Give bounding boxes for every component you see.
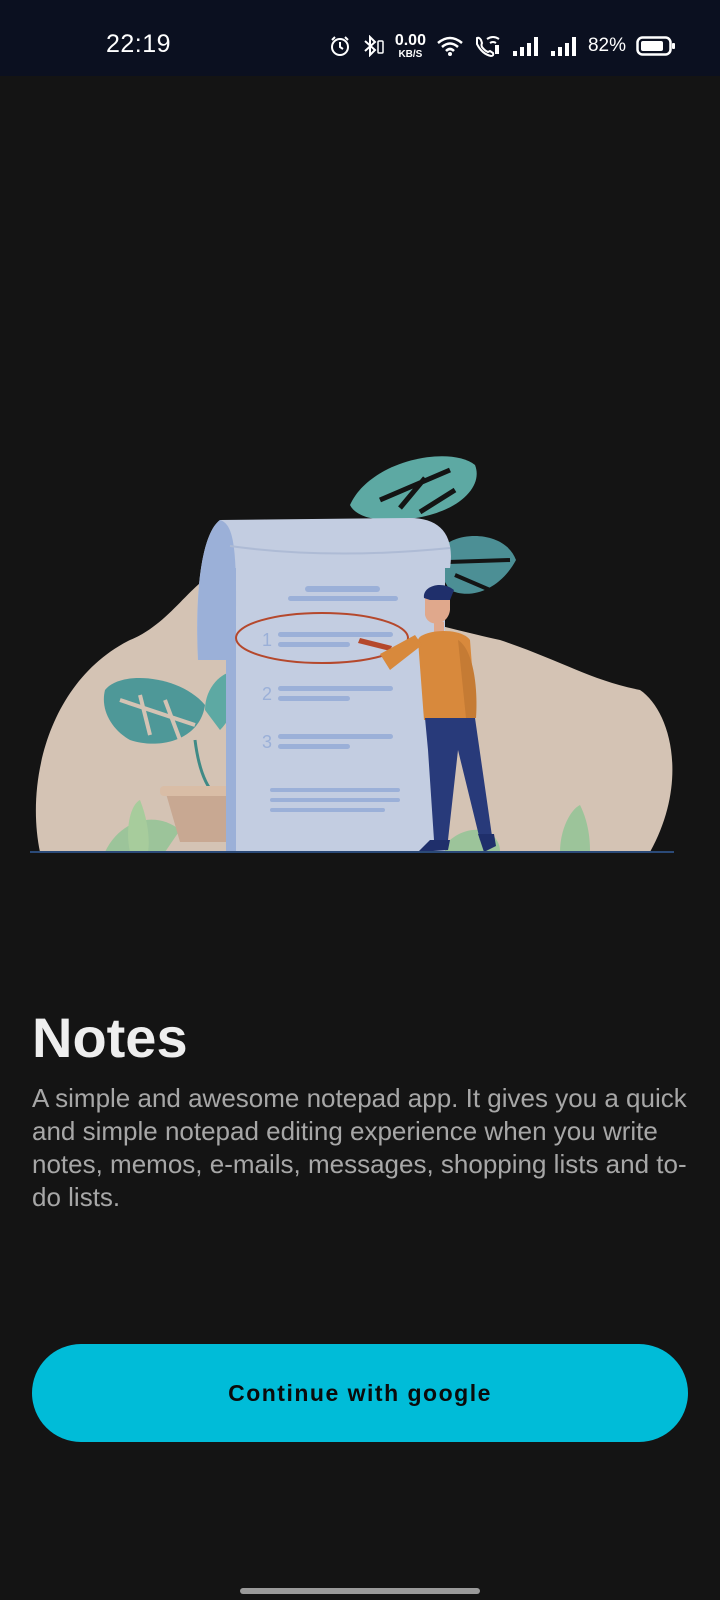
home-indicator[interactable] xyxy=(240,1588,480,1594)
page-title: Notes xyxy=(32,1006,188,1069)
alarm-icon xyxy=(330,36,349,56)
notes-illustration: 1 2 3 xyxy=(30,456,674,853)
status-bar: 22:19 0.00 KB/S 82% xyxy=(0,0,720,76)
wifi-icon xyxy=(437,36,463,56)
net-speed-value: 0.00 xyxy=(394,31,426,49)
signal-icon xyxy=(550,37,576,56)
battery-icon xyxy=(636,36,675,56)
list-number: 3 xyxy=(262,732,272,752)
net-speed-unit: KB/S xyxy=(398,48,423,60)
status-icons: 0.00 KB/S 82% xyxy=(329,30,676,62)
signal-icon xyxy=(512,37,538,56)
continue-with-google-button[interactable]: Continue with google xyxy=(32,1344,688,1442)
list-number: 1 xyxy=(262,630,272,650)
status-time: 22:19 xyxy=(106,30,172,58)
wifi-calling-icon xyxy=(475,36,500,58)
net-speed: 0.00 KB/S xyxy=(394,31,426,60)
battery-percent: 82% xyxy=(587,35,626,56)
list-number: 2 xyxy=(262,684,272,704)
app-description: A simple and awesome notepad app. It giv… xyxy=(32,1083,687,1212)
bluetooth-icon xyxy=(364,35,384,57)
